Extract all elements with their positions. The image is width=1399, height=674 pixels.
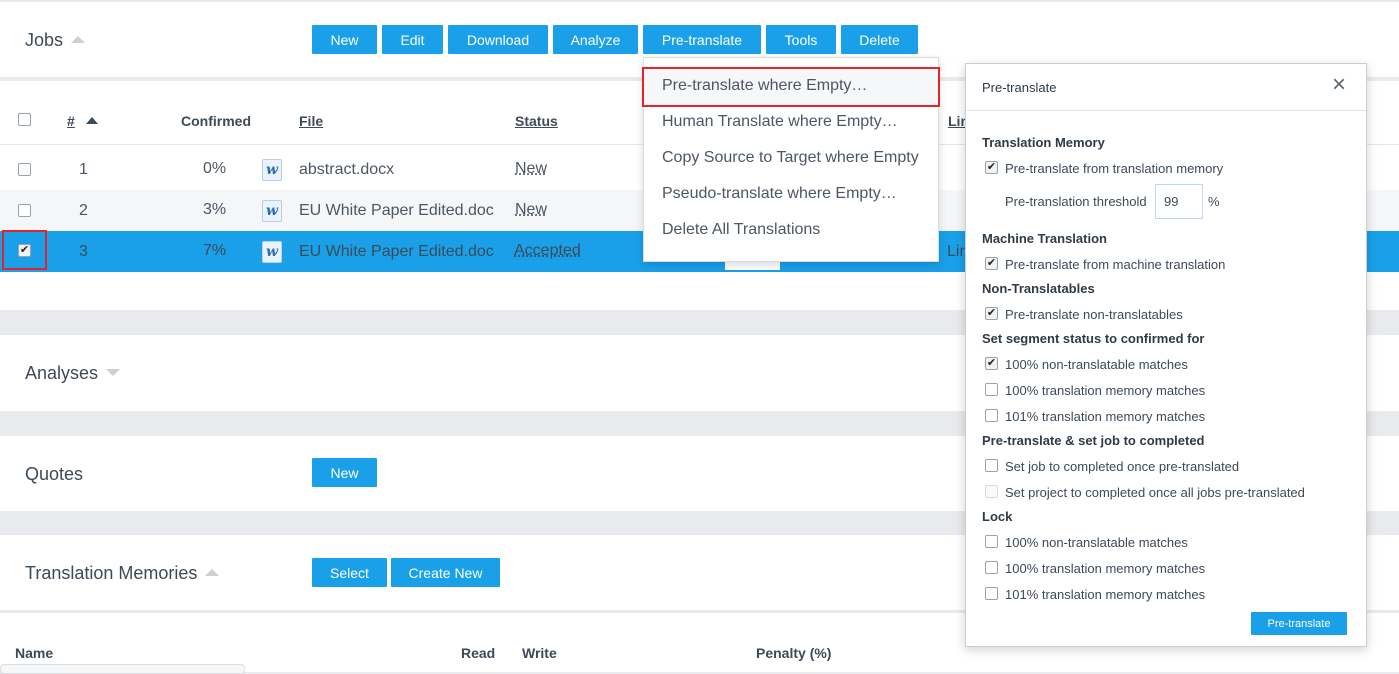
- row-num: 3: [79, 243, 88, 260]
- tm-title[interactable]: Translation Memories: [25, 563, 220, 584]
- analyze-button[interactable]: Analyze: [553, 25, 638, 54]
- col-num-header[interactable]: #: [67, 113, 75, 129]
- nt-section-heading: Non-Translatables: [982, 281, 1095, 296]
- create-tm-button[interactable]: Create New: [391, 558, 500, 587]
- tm-col-write: Write: [522, 645, 557, 661]
- threshold-input[interactable]: [1155, 184, 1203, 219]
- menu-item-pretranslate-empty[interactable]: Pre-translate where Empty…: [662, 77, 867, 95]
- row-confirmed: 7%: [203, 242, 227, 259]
- menu-item-pseudo-translate[interactable]: Pseudo-translate where Empty…: [662, 185, 897, 203]
- lock-opt3-label: 101% translation memory matches: [1005, 587, 1206, 602]
- word-file-icon: w: [262, 159, 282, 181]
- analyses-title[interactable]: Analyses: [25, 363, 121, 384]
- tm-title-label: Translation Memories: [25, 563, 198, 583]
- tm-option-checkbox[interactable]: ✔: [985, 161, 998, 174]
- lock-opt2-checkbox[interactable]: [985, 561, 998, 574]
- sort-asc-icon[interactable]: [86, 117, 98, 124]
- complete-opt2-label: Set project to completed once all jobs p…: [1005, 485, 1305, 500]
- menu-item-copy-source[interactable]: Copy Source to Target where Empty: [662, 149, 919, 167]
- lock-section-heading: Lock: [982, 509, 1013, 524]
- mt-section-heading: Machine Translation: [982, 231, 1107, 246]
- collapse-caret-icon: [205, 569, 220, 576]
- edit-job-button[interactable]: Edit: [382, 25, 443, 54]
- select-all-checkbox[interactable]: [18, 113, 31, 126]
- complete-opt2-checkbox: [985, 485, 998, 498]
- col-status-header[interactable]: Status: [515, 113, 558, 129]
- status-opt1-label: 100% non-translatable matches: [1005, 357, 1188, 372]
- row-num: 1: [79, 161, 88, 178]
- pretranslate-dialog: Pre-translate × Translation Memory ✔ Pre…: [965, 63, 1367, 647]
- tm-col-name: Name: [15, 645, 54, 661]
- status-opt3-checkbox[interactable]: [985, 409, 998, 422]
- jobs-title-label: Jobs: [25, 30, 64, 50]
- download-button[interactable]: Download: [448, 25, 548, 54]
- pretranslate-button[interactable]: Pre-translate: [643, 25, 761, 54]
- tm-option-label: Pre-translate from translation memory: [1005, 161, 1224, 176]
- lock-opt1-checkbox[interactable]: [985, 535, 998, 548]
- new-quote-button[interactable]: New: [312, 458, 377, 487]
- word-file-icon: w: [262, 241, 282, 263]
- row-confirmed: 0%: [203, 160, 227, 177]
- nt-option-label: Pre-translate non-translatables: [1005, 307, 1183, 322]
- new-job-button[interactable]: New: [312, 25, 377, 54]
- dialog-title: Pre-translate: [982, 80, 1057, 95]
- pretranslate-menu: Pre-translate where Empty… Human Transla…: [642, 57, 940, 262]
- row-status[interactable]: New: [515, 160, 547, 178]
- close-icon[interactable]: ×: [1332, 73, 1346, 97]
- lock-opt3-checkbox[interactable]: [985, 587, 998, 600]
- row-checkbox[interactable]: ✔: [18, 244, 31, 257]
- row-confirmed: 3%: [203, 201, 227, 218]
- col-confirmed-header: Confirmed: [181, 113, 251, 129]
- row-status[interactable]: Accepted: [514, 242, 581, 260]
- status-opt2-checkbox[interactable]: [985, 383, 998, 396]
- tm-col-penalty: Penalty (%): [756, 645, 832, 661]
- row-checkbox[interactable]: [18, 204, 31, 217]
- collapse-caret-icon: [71, 36, 86, 43]
- row-status[interactable]: New: [515, 201, 547, 219]
- row-file[interactable]: abstract.docx: [299, 161, 394, 179]
- mt-option-label: Pre-translate from machine translation: [1005, 257, 1226, 272]
- tm-col-read: Read: [461, 645, 496, 661]
- nt-option-checkbox[interactable]: ✔: [985, 307, 998, 320]
- menu-item-delete-translations[interactable]: Delete All Translations: [662, 221, 820, 239]
- complete-opt1-checkbox[interactable]: [985, 459, 998, 472]
- delete-button[interactable]: Delete: [841, 25, 918, 54]
- status-section-heading: Set segment status to confirmed for: [982, 331, 1205, 346]
- tm-section-heading: Translation Memory: [982, 135, 1105, 150]
- expand-caret-icon: [106, 369, 121, 376]
- col-num-label: #: [67, 113, 75, 129]
- menu-item-human-translate[interactable]: Human Translate where Empty…: [662, 113, 898, 131]
- analyses-title-label: Analyses: [25, 363, 99, 383]
- status-opt1-checkbox[interactable]: ✔: [985, 357, 998, 370]
- word-file-icon: w: [262, 200, 282, 222]
- status-opt3-label: 101% translation memory matches: [1005, 409, 1206, 424]
- jobs-title[interactable]: Jobs: [25, 30, 86, 51]
- tm-name-cell-stub: [0, 664, 245, 674]
- tools-button[interactable]: Tools: [766, 25, 836, 54]
- dialog-header: Pre-translate ×: [966, 64, 1366, 111]
- select-tm-button[interactable]: Select: [312, 558, 387, 587]
- threshold-unit: %: [1208, 194, 1220, 209]
- pretranslate-submit-button[interactable]: Pre-translate: [1251, 612, 1347, 635]
- complete-opt1-label: Set job to completed once pre-translated: [1005, 459, 1240, 474]
- quotes-title: Quotes: [25, 464, 84, 484]
- row-num: 2: [79, 202, 88, 219]
- lock-opt1-label: 100% non-translatable matches: [1005, 535, 1188, 550]
- col-file-header[interactable]: File: [299, 113, 323, 129]
- mt-option-checkbox[interactable]: ✔: [985, 257, 998, 270]
- lock-opt2-label: 100% translation memory matches: [1005, 561, 1206, 576]
- threshold-label: Pre-translation threshold: [1005, 194, 1147, 209]
- row-file[interactable]: EU White Paper Edited.doc: [299, 202, 494, 220]
- complete-section-heading: Pre-translate & set job to completed: [982, 433, 1205, 448]
- row-checkbox[interactable]: [18, 163, 31, 176]
- row-file[interactable]: EU White Paper Edited.doc: [299, 243, 494, 261]
- status-opt2-label: 100% translation memory matches: [1005, 383, 1206, 398]
